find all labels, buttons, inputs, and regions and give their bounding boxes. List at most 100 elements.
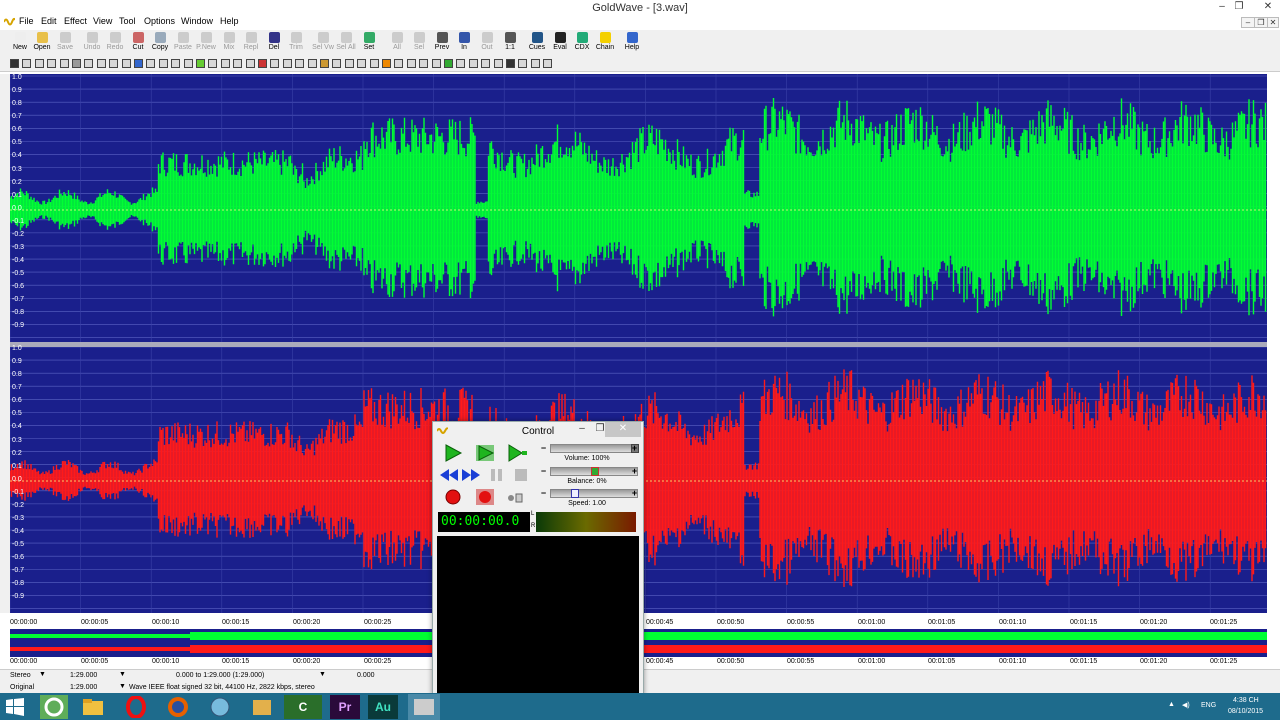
volume-increase-button[interactable]: + — [630, 444, 639, 453]
menu-view[interactable]: View — [93, 16, 112, 26]
help-button[interactable]: Help — [621, 31, 643, 55]
cut-button[interactable]: Cut — [127, 31, 149, 55]
effect-tool-icon[interactable] — [369, 59, 379, 68]
effect-tool-icon[interactable] — [307, 59, 317, 68]
rewind-icon[interactable] — [439, 466, 459, 484]
menu-edit[interactable]: Edit — [41, 16, 57, 26]
goldwave-icon[interactable] — [408, 694, 440, 720]
1-1-button[interactable]: 1:1 — [499, 31, 521, 55]
chrome-icon[interactable] — [40, 695, 68, 719]
set-button[interactable]: Set — [358, 31, 380, 55]
play-icon[interactable] — [443, 444, 463, 462]
effect-tool-icon[interactable] — [233, 59, 243, 68]
record-icon[interactable] — [443, 488, 463, 506]
effect-tool-icon[interactable] — [406, 59, 416, 68]
new-button[interactable]: New — [9, 31, 31, 55]
control-minimize-button[interactable]: – — [573, 423, 591, 436]
effect-tool-icon[interactable] — [282, 59, 292, 68]
menu-options[interactable]: Options — [144, 16, 175, 26]
effect-tool-icon[interactable] — [295, 59, 305, 68]
trim-button[interactable]: Trim — [285, 31, 307, 55]
effect-tool-icon[interactable] — [468, 59, 478, 68]
audition-icon[interactable]: Au — [368, 695, 398, 719]
cdx-button[interactable]: CDX — [571, 31, 593, 55]
p-new-button[interactable]: P.New — [195, 31, 217, 55]
chain-button[interactable]: Chain — [594, 31, 616, 55]
mdi-minimize-button[interactable]: – — [1241, 17, 1255, 28]
windows-start-icon[interactable] — [6, 698, 24, 716]
effect-tool-icon[interactable] — [109, 59, 119, 68]
restore-button[interactable]: ❐ — [1231, 0, 1247, 14]
mdi-restore-button[interactable]: ❐ — [1254, 17, 1268, 28]
volume-decrease-button[interactable]: − — [539, 444, 548, 453]
speed-decrease-button[interactable]: − — [539, 489, 548, 498]
file-explorer-icon[interactable] — [80, 696, 106, 718]
effect-tool-icon[interactable] — [543, 59, 553, 68]
paste-button[interactable]: Paste — [172, 31, 194, 55]
effect-tool-icon[interactable] — [320, 59, 329, 68]
effect-tool-icon[interactable] — [382, 59, 391, 68]
sel-all-button[interactable]: Sel All — [335, 31, 357, 55]
balance-slider-thumb[interactable] — [591, 467, 599, 476]
effect-tool-icon[interactable] — [530, 59, 540, 68]
close-button[interactable]: ✕ — [1260, 0, 1276, 14]
effect-tool-icon[interactable] — [134, 59, 143, 68]
effect-tool-icon[interactable] — [344, 59, 354, 68]
language-indicator[interactable]: ENG — [1201, 702, 1216, 709]
effect-tool-icon[interactable] — [84, 59, 94, 68]
fast-forward-icon[interactable] — [461, 466, 481, 484]
effect-tool-icon[interactable] — [96, 59, 106, 68]
all-button[interactable]: All — [386, 31, 408, 55]
undo-button[interactable]: Undo — [81, 31, 103, 55]
status-channel-dropdown-icon[interactable]: ▼ — [39, 671, 46, 678]
clock-time[interactable]: 4:38 CH — [1233, 697, 1259, 704]
effect-tool-icon[interactable] — [22, 59, 32, 68]
mix-button[interactable]: Mix — [218, 31, 240, 55]
effect-tool-icon[interactable] — [493, 59, 503, 68]
effect-tool-icon[interactable] — [506, 59, 515, 68]
effect-tool-icon[interactable] — [270, 59, 280, 68]
effect-tool-icon[interactable] — [34, 59, 44, 68]
effect-tool-icon[interactable] — [431, 59, 441, 68]
status-length-dropdown-icon[interactable]: ▼ — [119, 671, 126, 678]
tray-volume-icon[interactable]: ◀) — [1182, 701, 1190, 709]
effect-tool-icon[interactable] — [518, 59, 528, 68]
effect-tool-icon[interactable] — [208, 59, 218, 68]
firefox-icon[interactable] — [166, 696, 190, 718]
out-button[interactable]: Out — [476, 31, 498, 55]
folder-icon[interactable] — [250, 696, 274, 718]
play-selection-icon[interactable] — [475, 444, 495, 462]
mdi-close-button[interactable]: ✕ — [1267, 17, 1279, 28]
eval-button[interactable]: Eval — [549, 31, 571, 55]
minimize-button[interactable]: – — [1214, 0, 1230, 14]
clock-date[interactable]: 08/10/2015 — [1228, 708, 1263, 715]
effect-tool-icon[interactable] — [158, 59, 168, 68]
prev-button[interactable]: Prev — [431, 31, 453, 55]
control-close-button[interactable]: ✕ — [605, 422, 641, 437]
status-channel[interactable]: Stereo — [10, 672, 31, 679]
speed-slider-thumb[interactable] — [571, 489, 579, 498]
menu-help[interactable]: Help — [220, 16, 239, 26]
redo-button[interactable]: Redo — [104, 31, 126, 55]
cues-button[interactable]: Cues — [526, 31, 548, 55]
balance-increase-button[interactable]: + — [630, 467, 639, 476]
balance-decrease-button[interactable]: − — [539, 467, 548, 476]
copy-button[interactable]: Copy — [149, 31, 171, 55]
premiere-icon[interactable]: Pr — [330, 695, 360, 719]
effect-tool-icon[interactable] — [59, 59, 69, 68]
visual-display[interactable] — [437, 536, 639, 694]
effect-tool-icon[interactable] — [444, 59, 453, 68]
effect-tool-icon[interactable] — [357, 59, 367, 68]
effect-tool-icon[interactable] — [220, 59, 230, 68]
menu-effect[interactable]: Effect — [64, 16, 87, 26]
speed-increase-button[interactable]: + — [630, 489, 639, 498]
effect-tool-icon[interactable] — [258, 59, 267, 68]
sel-vw-button[interactable]: Sel Vw — [312, 31, 334, 55]
open-button[interactable]: Open — [31, 31, 53, 55]
camtasia-icon[interactable]: C — [284, 695, 322, 719]
repl-button[interactable]: Repl — [240, 31, 262, 55]
effect-tool-icon[interactable] — [394, 59, 404, 68]
effect-tool-icon[interactable] — [183, 59, 193, 68]
menu-window[interactable]: Window — [181, 16, 213, 26]
effect-tool-icon[interactable] — [47, 59, 57, 68]
